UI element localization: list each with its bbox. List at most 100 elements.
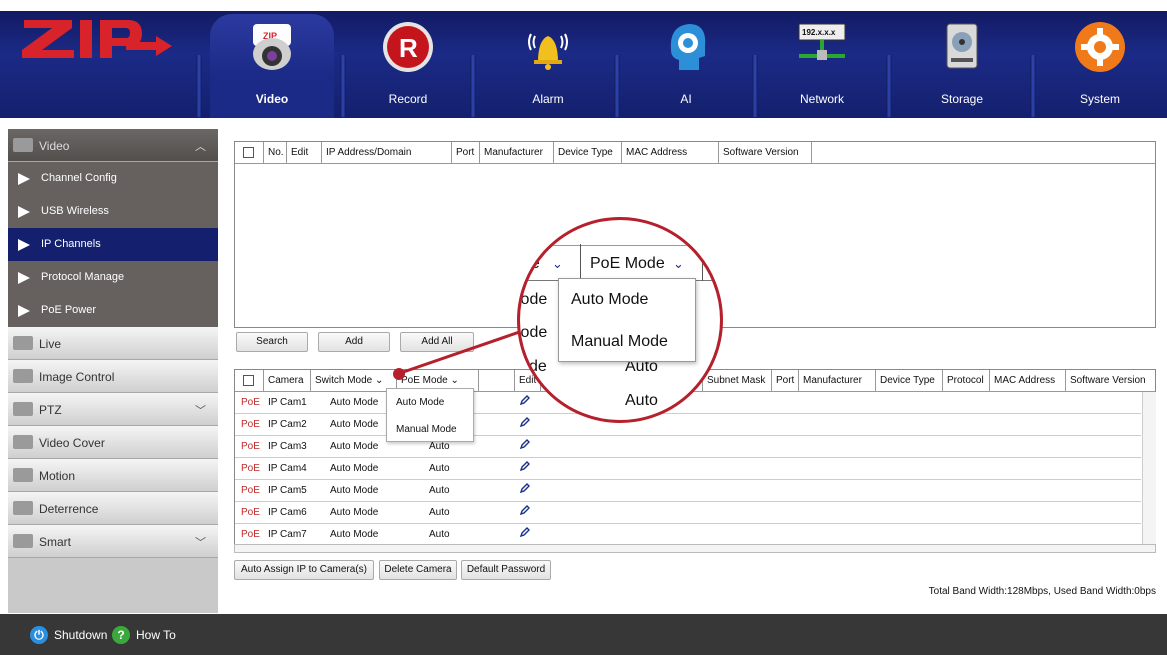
table-row[interactable]: PoE IP Cam5 Auto Mode Auto xyxy=(235,480,1141,502)
zoom-dropdown: Auto Mode Manual Mode xyxy=(558,278,696,362)
nav-tab-network[interactable]: 192.x.x.x Network xyxy=(762,14,882,118)
ai-head-icon xyxy=(659,20,713,74)
zoom-row-cell: lode xyxy=(517,324,548,341)
dropdown-option-auto-mode[interactable]: Auto Mode xyxy=(387,397,473,408)
edit-pencil-icon[interactable] xyxy=(519,524,530,546)
sidebar-group-video-cover[interactable]: Video Cover xyxy=(8,426,218,459)
sidebar-group-live[interactable]: Live xyxy=(8,327,218,360)
table-row[interactable]: PoE IP Cam7 Auto Mode Auto xyxy=(235,524,1141,546)
search-button[interactable]: Search xyxy=(236,332,308,352)
edit-pencil-icon[interactable] xyxy=(519,392,530,414)
edit-pencil-icon[interactable] xyxy=(519,436,530,458)
zoom-divider xyxy=(580,244,581,281)
poe-mode-value[interactable]: Auto xyxy=(429,458,450,480)
edit-pencil-icon[interactable] xyxy=(519,502,530,524)
select-all-checkbox[interactable] xyxy=(243,147,254,158)
chevron-down-icon: ﹀ xyxy=(195,405,206,417)
horizontal-scrollbar[interactable] xyxy=(234,544,1156,553)
select-all-cell xyxy=(235,142,264,164)
sidebar-item-usb-wireless[interactable]: USB Wireless xyxy=(8,195,218,228)
how-to-label: How To xyxy=(136,628,176,642)
image-icon xyxy=(13,369,33,383)
poe-tag: PoE xyxy=(241,529,260,540)
table-row[interactable]: PoE IP Cam6 Auto Mode Auto xyxy=(235,502,1141,524)
monitor-icon xyxy=(13,336,33,350)
delete-camera-button[interactable]: Delete Camera xyxy=(379,560,457,580)
sidebar-group-deterrence[interactable]: Deterrence xyxy=(8,492,218,525)
switch-mode-value[interactable]: Auto Mode xyxy=(330,480,378,502)
vertical-scrollbar[interactable] xyxy=(1142,392,1156,544)
sidebar-group-video[interactable]: Video ︿ xyxy=(8,129,218,162)
zoom-row-cell: de xyxy=(529,358,547,375)
col-software-version: Software Version xyxy=(719,142,812,164)
nav-separator xyxy=(1030,55,1036,117)
camera-icon: ZIP xyxy=(245,20,299,74)
dropdown-option-manual-mode[interactable]: Manual Mode xyxy=(387,424,473,435)
col-software-version: Software Version xyxy=(1070,375,1146,386)
auto-assign-ip-button[interactable]: Auto Assign IP to Camera(s) xyxy=(234,560,374,580)
nav-tab-system[interactable]: System xyxy=(1040,14,1160,118)
switch-mode-value[interactable]: Auto Mode xyxy=(330,392,378,414)
col-switch-mode[interactable]: Switch Mode ⌄ xyxy=(311,370,397,392)
bottom-bar: ⏻ Shutdown ? How To xyxy=(0,614,1167,655)
hard-drive-icon xyxy=(935,20,989,74)
sidebar-item-channel-config[interactable]: Channel Config xyxy=(8,162,218,195)
zoom-divider xyxy=(520,245,720,246)
bandwidth-status: Total Band Width:128Mbps, Used Band Widt… xyxy=(928,586,1156,597)
switch-mode-value[interactable]: Auto Mode xyxy=(330,458,378,480)
zoom-option-auto-mode[interactable]: Auto Mode xyxy=(571,291,648,309)
zoom-callout: de ⌄ PoE Mode ⌄ lode lode de Auto Auto A… xyxy=(517,217,723,423)
col-no: No. xyxy=(264,142,287,164)
switch-mode-value[interactable]: Auto Mode xyxy=(330,524,378,546)
camera-name: IP Cam6 xyxy=(268,507,307,518)
sidebar-group-motion[interactable]: Motion xyxy=(8,459,218,492)
gear-icon xyxy=(1073,20,1127,74)
callout-dot xyxy=(393,368,405,380)
col-device-type: Device Type xyxy=(876,370,943,392)
sidebar-group-smart[interactable]: Smart ﹀ xyxy=(8,525,218,558)
sidebar-item-poe-power[interactable]: PoE Power xyxy=(8,294,218,327)
nav-separator xyxy=(470,55,476,117)
poe-mode-value[interactable]: Auto xyxy=(429,480,450,502)
nav-tab-ai[interactable]: AI xyxy=(626,14,746,118)
default-password-button[interactable]: Default Password xyxy=(461,560,551,580)
nav-separator xyxy=(614,55,620,117)
switch-mode-value[interactable]: Auto Mode xyxy=(330,436,378,458)
zoom-divider xyxy=(702,244,703,281)
table-row[interactable]: PoE IP Cam4 Auto Mode Auto xyxy=(235,458,1141,480)
smart-icon xyxy=(13,534,33,548)
edit-pencil-icon[interactable] xyxy=(519,414,530,436)
zoom-option-manual-mode[interactable]: Manual Mode xyxy=(571,333,668,351)
edit-pencil-icon[interactable] xyxy=(519,458,530,480)
col-edit: Edit xyxy=(287,142,322,164)
shutdown-button[interactable]: ⏻ Shutdown xyxy=(30,626,107,644)
arrow-right-icon xyxy=(18,173,30,185)
sidebar-item-ip-channels[interactable]: IP Channels xyxy=(8,228,218,261)
switch-mode-value[interactable]: Auto Mode xyxy=(330,414,378,436)
network-icon: 192.x.x.x xyxy=(795,20,849,74)
poe-mode-value[interactable]: Auto xyxy=(429,502,450,524)
nav-tab-record[interactable]: R Record xyxy=(350,14,466,118)
sidebar-group-label: PTZ xyxy=(39,403,62,417)
sidebar-item-label: IP Channels xyxy=(41,238,101,250)
nav-tab-storage[interactable]: Storage xyxy=(900,14,1024,118)
table-row[interactable]: PoE IP Cam3 Auto Mode Auto xyxy=(235,436,1141,458)
how-to-button[interactable]: ? How To xyxy=(112,626,176,644)
arrow-right-icon xyxy=(18,272,30,284)
add-button[interactable]: Add xyxy=(318,332,390,352)
zoom-row-value: Auto xyxy=(625,392,658,409)
sidebar-group-image-control[interactable]: Image Control xyxy=(8,360,218,393)
chevron-down-icon: ⌄ xyxy=(673,256,684,271)
poe-mode-value[interactable]: Auto xyxy=(429,524,450,546)
nav-tab-video[interactable]: ZIP Video xyxy=(210,14,334,118)
col-manufacturer: Manufacturer xyxy=(799,370,876,392)
select-all-checkbox[interactable] xyxy=(243,375,254,386)
edit-pencil-icon[interactable] xyxy=(519,480,530,502)
search-table-header: No. Edit IP Address/Domain Port Manufact… xyxy=(235,142,1155,164)
sidebar-group-ptz[interactable]: PTZ ﹀ xyxy=(8,393,218,426)
switch-mode-value[interactable]: Auto Mode xyxy=(330,502,378,524)
nav-tab-label: AI xyxy=(680,92,692,106)
table-row[interactable]: PoE IP Cam2 Auto Mode xyxy=(235,414,1141,436)
nav-tab-alarm[interactable]: Alarm xyxy=(486,14,610,118)
sidebar-item-protocol-manage[interactable]: Protocol Manage xyxy=(8,261,218,294)
